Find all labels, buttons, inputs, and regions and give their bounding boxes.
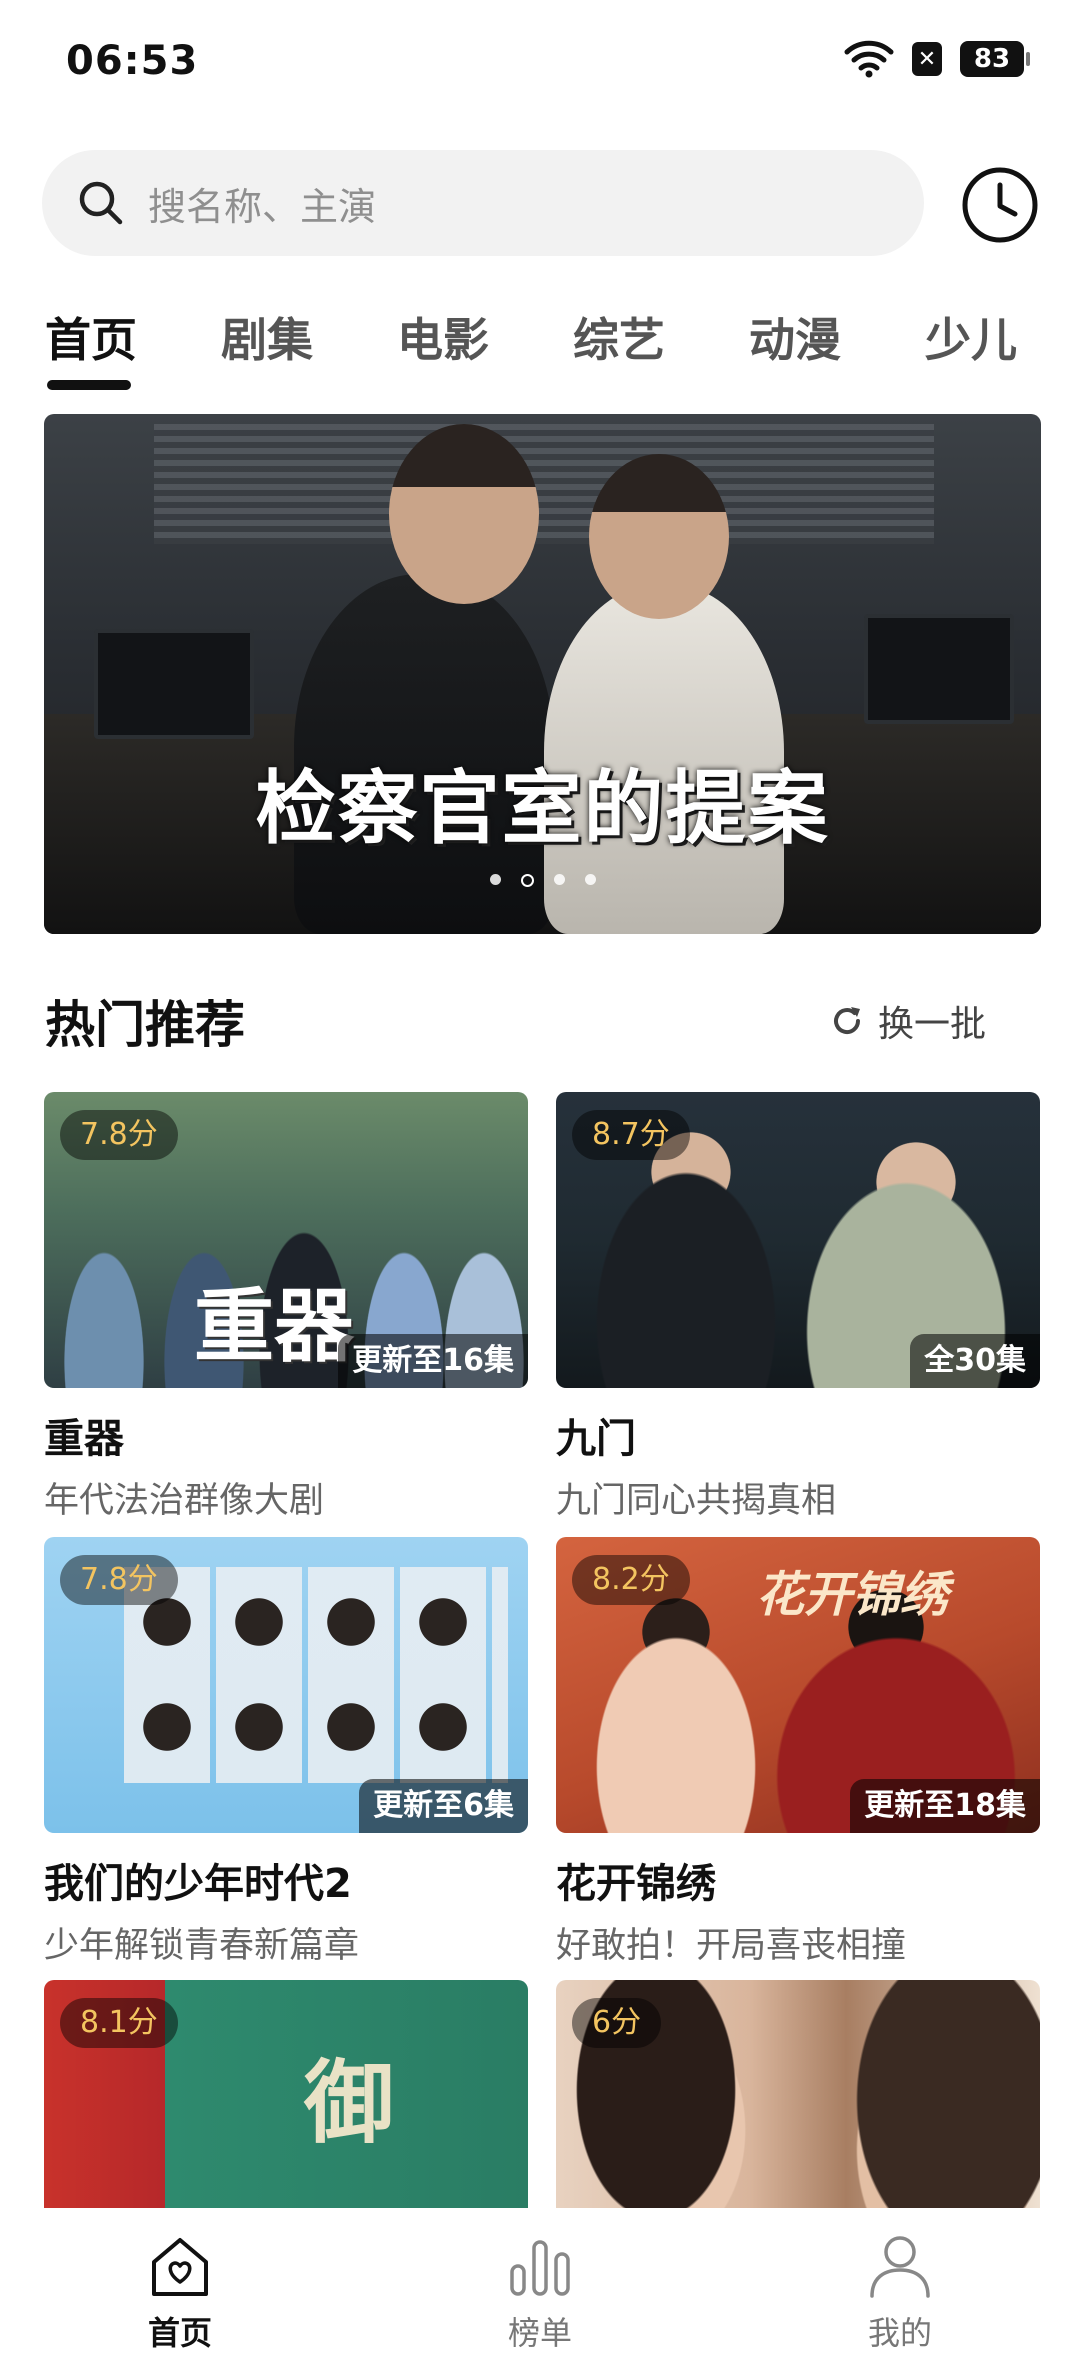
search-icon [79,181,123,225]
banner-dot[interactable] [553,874,565,885]
tab-series[interactable]: 剧集 [221,300,313,390]
banner-monitor [94,629,254,739]
tab-home[interactable]: 首页 [45,300,137,390]
status-icons: ✕ 83 [844,40,1030,78]
rating-badge: 6分 [572,1998,662,2048]
show-title: 花开锦绣 [556,1861,716,1907]
show-poster: 重器 7.8分 更新至16集 [44,1092,528,1388]
search-placeholder: 搜名称、主演 [148,184,377,229]
tab-kids[interactable]: 少儿 [925,300,1017,390]
episode-badge: 全30集 [910,1334,1040,1388]
banner-dot[interactable] [584,874,596,885]
nav-rankings[interactable]: 榜单 [360,2208,720,2375]
no-sim-icon: ✕ [912,42,942,76]
nav-rankings-label: 榜单 [507,2314,572,2352]
history-clock-icon[interactable] [960,165,1040,245]
tab-movies[interactable]: 电影 [397,300,489,390]
rating-badge: 8.1分 [60,1998,178,2048]
show-title: 我们的少年时代2 [44,1861,352,1907]
show-poster: 7.8分 更新至6集 [44,1537,528,1833]
nav-profile[interactable]: 我的 [720,2208,1080,2375]
show-card[interactable]: 6分 [556,1980,1040,2208]
nav-home[interactable]: 首页 [0,2208,360,2375]
show-card[interactable]: 7.8分 更新至6集 我们的少年时代2 少年解锁青春新篇章 [44,1537,528,1968]
show-poster: 花开锦绣 8.2分 更新至18集 [556,1537,1040,1833]
show-poster: 6分 [556,1980,1040,2208]
poster-figures [124,1567,508,1783]
show-card[interactable]: 重器 7.8分 更新至16集 重器 年代法治群像大剧 [44,1092,528,1523]
show-subtitle: 九门同心共揭真相 [556,1481,837,1521]
battery-icon: 83 [960,41,1030,77]
show-subtitle: 年代法治群像大剧 [44,1481,325,1521]
rating-badge: 8.2分 [572,1555,690,1605]
tab-variety[interactable]: 综艺 [573,300,665,390]
search-input[interactable]: 搜名称、主演 [42,150,924,256]
person-icon [870,2236,930,2298]
refresh-label: 换一批 [877,1004,986,1045]
banner-monitor [864,614,1014,724]
show-card[interactable]: 花开锦绣 8.2分 更新至18集 花开锦绣 好敢拍！开局喜丧相撞 [556,1537,1040,1968]
home-heart-icon [152,2238,208,2296]
show-title: 重器 [44,1416,124,1462]
rating-badge: 7.8分 [60,1555,178,1605]
banner-background [154,424,934,544]
nav-profile-label: 我的 [867,2314,932,2352]
status-time: 06:53 [66,38,199,84]
episode-badge: 更新至18集 [850,1779,1040,1833]
section-title: 热门推荐 [45,996,245,1054]
rating-badge: 7.8分 [60,1110,178,1160]
category-tabs: 首页 剧集 电影 综艺 动漫 少儿 纪 [45,300,1080,400]
show-poster: 御 8.1分 [44,1980,528,2208]
banner-title: 检察官室的提案 [255,762,830,855]
show-title: 九门 [556,1416,636,1462]
poster-title-art: 花开锦绣 [756,1567,949,1623]
poster-title-art: 重器 [194,1280,354,1373]
episode-badge: 更新至6集 [359,1779,528,1833]
banner-dot[interactable] [489,874,501,885]
banner-face-left [389,424,539,604]
banner-dot-active[interactable] [520,874,534,887]
show-poster: 8.7分 全30集 [556,1092,1040,1388]
show-subtitle: 少年解锁青春新篇章 [44,1926,360,1966]
wifi-icon [844,40,894,78]
poster-title-art: 御 [304,2051,394,2156]
battery-level: 83 [973,44,1011,74]
show-card[interactable]: 御 8.1分 [44,1980,528,2208]
banner-pagination [44,874,1041,887]
show-subtitle: 好敢拍！开局喜丧相撞 [556,1926,907,1966]
banner-carousel[interactable]: 检察官室的提案 [44,414,1041,934]
nav-home-label: 首页 [147,2314,212,2352]
tab-anime[interactable]: 动漫 [749,300,841,390]
bottom-navigation: 首页 榜单 我的 [0,2208,1080,2375]
status-bar: 06:53 ✕ 83 [0,0,1080,120]
refresh-button[interactable]: 换一批 [830,995,986,1047]
refresh-icon [834,1007,860,1035]
chart-bars-icon [510,2240,570,2296]
show-card[interactable]: 8.7分 全30集 九门 九门同心共揭真相 [556,1092,1040,1523]
rating-badge: 8.7分 [572,1110,690,1160]
banner-face-right [589,454,729,619]
episode-badge: 更新至16集 [338,1334,528,1388]
app-screen: 06:53 ✕ 83 搜名称、主演 首页 剧集 电影 综艺 动漫 少儿 检察官室… [0,0,1080,2375]
